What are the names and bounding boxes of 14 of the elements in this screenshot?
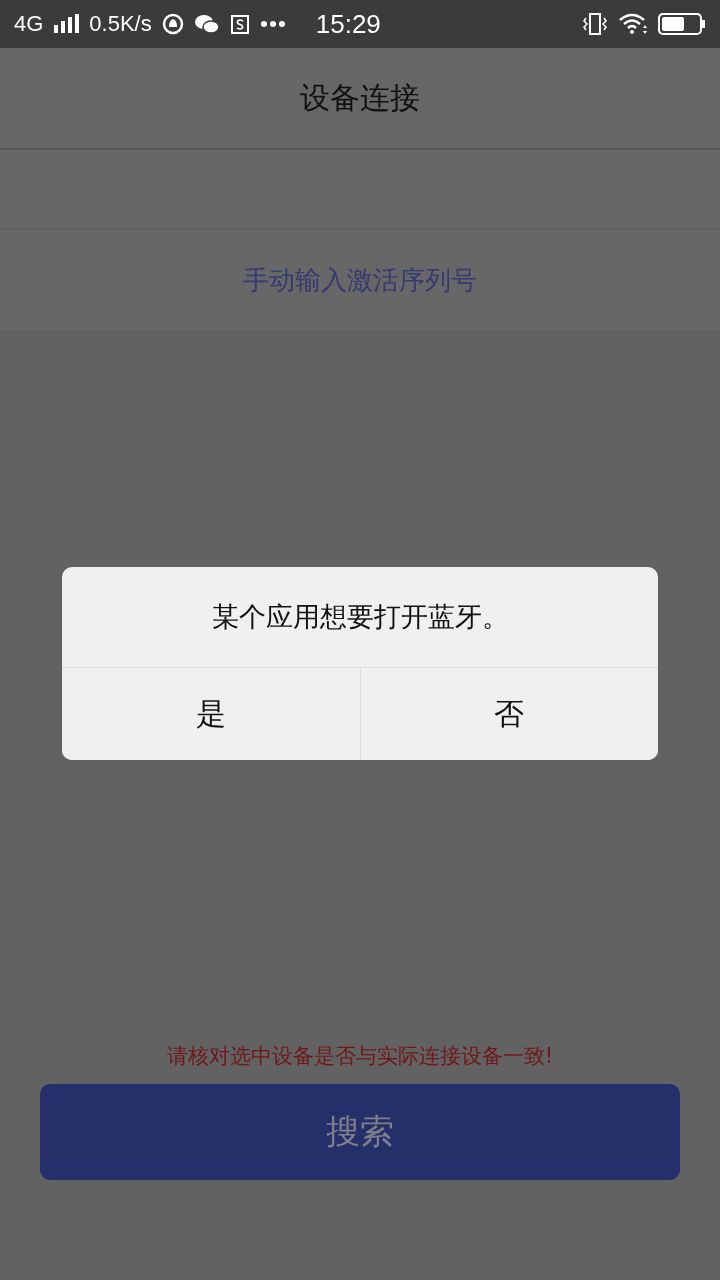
chat-icon <box>193 13 220 35</box>
battery-icon <box>658 12 706 36</box>
clock-time: 15:29 <box>315 8 381 40</box>
signal-bars-icon <box>53 14 80 34</box>
dialog-button[interactable]: 否 <box>359 668 658 760</box>
wifi-icon <box>618 12 648 36</box>
page-title: 设备连接 <box>300 78 420 117</box>
bell-circle-icon <box>161 13 184 35</box>
warning-text: 请核对选中设备是否与实际连接设备一致! <box>165 1043 555 1070</box>
vibrate-icon <box>582 12 608 36</box>
network-speed: 0.5K/s <box>89 11 152 37</box>
square-app-icon <box>229 13 250 35</box>
more-icon <box>259 20 286 28</box>
network-type: 4G <box>14 11 44 37</box>
